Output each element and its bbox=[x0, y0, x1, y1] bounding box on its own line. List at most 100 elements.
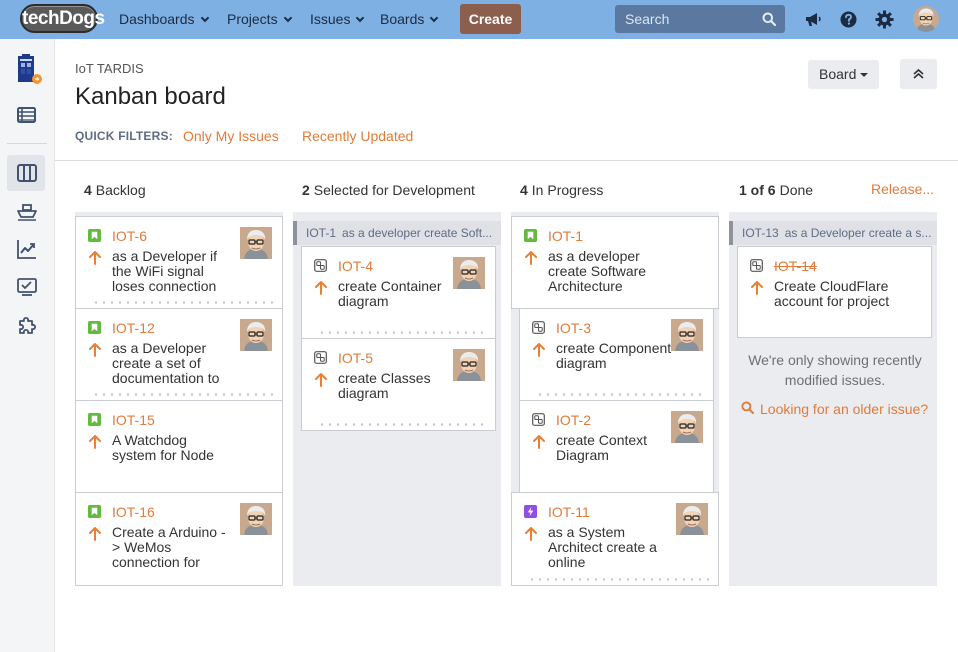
issue-key[interactable]: IOT-4 bbox=[338, 258, 373, 274]
issue-card-iot-6[interactable]: IOT-6 as a Developer if the WiFi signal … bbox=[75, 216, 283, 309]
backlog-icon[interactable] bbox=[15, 103, 39, 127]
issue-card-iot-14[interactable]: IOT-14 Create CloudFlare account for pro… bbox=[737, 246, 932, 338]
column-count: 2 bbox=[302, 182, 310, 198]
issue-card-iot-4[interactable]: IOT-4 create Container diagram bbox=[301, 246, 496, 339]
add-ons-puzzle-icon[interactable] bbox=[15, 313, 39, 337]
issue-card-iot-15[interactable]: IOT-15 A Watchdog system for Node bbox=[75, 400, 283, 493]
story-type-icon bbox=[524, 229, 537, 242]
issue-key[interactable]: IOT-3 bbox=[556, 320, 591, 336]
nav-dashboards-label: Dashboards bbox=[119, 11, 195, 27]
search-input[interactable] bbox=[615, 5, 755, 33]
nav-dashboards[interactable]: Dashboards bbox=[119, 0, 209, 39]
assignee-avatar[interactable] bbox=[453, 257, 485, 289]
priority-high-icon bbox=[314, 372, 328, 387]
top-navigation-bar: techDogs Dashboards Projects Issues Boar… bbox=[0, 0, 958, 39]
recently-modified-note: We're only showing recently modified iss… bbox=[748, 352, 922, 388]
epic-type-icon bbox=[524, 505, 537, 518]
search-box bbox=[615, 5, 785, 33]
create-button[interactable]: Create bbox=[460, 4, 521, 34]
quick-filter-only-my-issues[interactable]: Only My Issues bbox=[183, 128, 279, 144]
column-header-in-progress: 4 In Progress bbox=[520, 182, 603, 198]
breadcrumb-project[interactable]: IoT TARDIS bbox=[75, 61, 144, 76]
issue-card-iot-1[interactable]: IOT-1 as a developer create Software Arc… bbox=[511, 216, 719, 309]
issue-summary: create Container diagram bbox=[338, 278, 442, 309]
issue-card-iot-5[interactable]: IOT-5 create Classes diagram bbox=[301, 338, 496, 431]
chevron-down-icon bbox=[283, 13, 292, 23]
column-header-selected: 2 Selected for Development bbox=[302, 182, 475, 198]
issue-card-iot-2[interactable]: IOT-2 create Context Diagram bbox=[519, 400, 714, 493]
issue-key[interactable]: IOT-11 bbox=[548, 504, 590, 520]
assignee-avatar[interactable] bbox=[240, 227, 272, 259]
assignee-avatar[interactable] bbox=[676, 503, 708, 535]
issue-card-iot-3[interactable]: IOT-3 create Component diagram bbox=[519, 308, 714, 401]
help-icon[interactable] bbox=[838, 9, 859, 30]
priority-high-icon bbox=[88, 434, 102, 449]
issue-key[interactable]: IOT-1 bbox=[548, 228, 583, 244]
column-name: Selected for Development bbox=[313, 182, 475, 198]
nav-boards-label: Boards bbox=[380, 11, 425, 27]
settings-gear-icon[interactable] bbox=[874, 9, 895, 30]
story-type-icon bbox=[88, 321, 101, 334]
issue-key[interactable]: IOT-5 bbox=[338, 350, 373, 366]
board-dropdown-button[interactable]: Board bbox=[808, 60, 879, 89]
chevron-down-icon bbox=[200, 13, 209, 23]
priority-high-icon bbox=[524, 250, 538, 265]
collapse-header-button[interactable] bbox=[900, 59, 937, 89]
issue-card-iot-11[interactable]: IOT-11 as a System Architect create a on… bbox=[511, 492, 719, 586]
techdogs-logo[interactable]: techDogs bbox=[20, 4, 105, 33]
page-title: Kanban board bbox=[75, 83, 226, 110]
subtask-type-icon bbox=[314, 259, 327, 272]
older-issue-link[interactable]: Looking for an older issue? bbox=[760, 401, 928, 417]
search-icon[interactable] bbox=[762, 12, 776, 26]
nav-projects[interactable]: Projects bbox=[227, 0, 292, 39]
column-count: 4 bbox=[84, 182, 92, 198]
issues-monitor-icon[interactable] bbox=[15, 275, 39, 299]
parent-issue-summary: as a Developer create a s... bbox=[784, 226, 932, 240]
priority-high-icon bbox=[88, 342, 102, 357]
kanban-board-icon[interactable] bbox=[15, 161, 39, 185]
issue-key[interactable]: IOT-16 bbox=[112, 504, 155, 520]
nav-issues[interactable]: Issues bbox=[310, 0, 365, 39]
issue-summary: as a System Architect create a online bbox=[548, 524, 657, 570]
project-tardis-avatar[interactable] bbox=[12, 54, 42, 84]
assignee-avatar[interactable] bbox=[671, 411, 703, 443]
assignee-avatar[interactable] bbox=[453, 349, 485, 381]
nav-boards[interactable]: Boards bbox=[380, 0, 439, 39]
assignee-avatar[interactable] bbox=[671, 319, 703, 351]
column-count: 1 of 6 bbox=[739, 182, 776, 198]
issue-card-iot-16[interactable]: IOT-16 Create a Arduino - > WeMos connec… bbox=[75, 492, 283, 586]
issue-key[interactable]: IOT-15 bbox=[112, 412, 155, 428]
parent-issue-bar[interactable]: IOT-1 as a developer create Soft... bbox=[293, 221, 501, 245]
user-avatar[interactable] bbox=[913, 6, 939, 32]
issue-summary: create Classes diagram bbox=[338, 370, 431, 401]
releases-ship-icon[interactable] bbox=[15, 199, 39, 223]
parent-issue-key: IOT-13 bbox=[742, 226, 779, 240]
megaphone-icon[interactable] bbox=[803, 9, 824, 30]
parent-issue-bar[interactable]: IOT-13 as a Developer create a s... bbox=[729, 221, 937, 245]
issue-summary: as a Developer if the WiFi signal loses … bbox=[112, 248, 218, 294]
reports-chart-icon[interactable] bbox=[15, 237, 39, 261]
assignee-avatar[interactable] bbox=[240, 503, 272, 535]
subtask-type-icon bbox=[750, 259, 763, 272]
issue-key[interactable]: IOT-6 bbox=[112, 228, 147, 244]
issue-summary: create Component diagram bbox=[556, 340, 672, 371]
issue-key[interactable]: IOT-12 bbox=[112, 320, 155, 336]
nav-issues-label: Issues bbox=[310, 11, 351, 27]
days-in-column-dots bbox=[92, 301, 276, 304]
days-in-column-dots bbox=[318, 331, 489, 334]
parent-issue-key: IOT-1 bbox=[306, 226, 337, 240]
chevron-down-icon bbox=[430, 13, 439, 23]
column-count: 4 bbox=[520, 182, 528, 198]
issue-card-iot-12[interactable]: IOT-12 as a Developer create a set of do… bbox=[75, 308, 283, 401]
priority-high-icon bbox=[532, 342, 546, 357]
quick-filter-recently-updated[interactable]: Recently Updated bbox=[302, 128, 413, 144]
double-chevron-up-icon bbox=[913, 68, 924, 79]
assignee-avatar[interactable] bbox=[240, 319, 272, 351]
story-type-icon bbox=[88, 229, 101, 242]
issue-key[interactable]: IOT-2 bbox=[556, 412, 591, 428]
dropdown-caret-icon bbox=[860, 73, 868, 77]
release-link[interactable]: Release... bbox=[871, 181, 934, 197]
quick-filters-label: QUICK FILTERS: bbox=[75, 129, 173, 143]
issue-key[interactable]: IOT-14 bbox=[774, 258, 817, 274]
board-button-label: Board bbox=[819, 66, 857, 82]
